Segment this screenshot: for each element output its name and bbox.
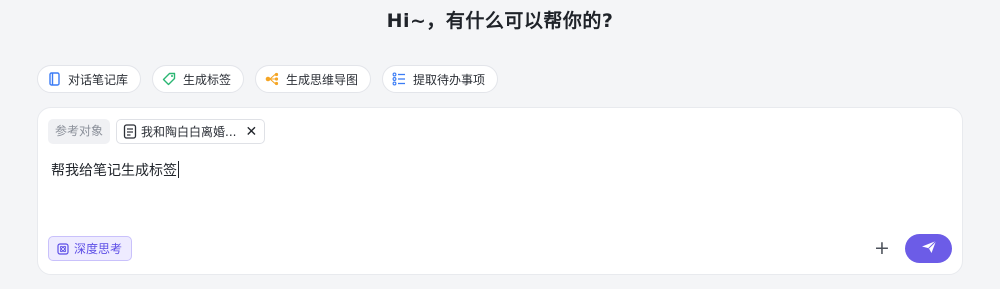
deep-think-label: 深度思考 <box>74 242 123 256</box>
quick-action-mindmap[interactable]: 生成思维导图 <box>255 65 372 93</box>
reference-doc-chip[interactable]: 我和陶白白离婚... ✕ <box>116 119 266 144</box>
quick-action-notebook-chat[interactable]: 对话笔记库 <box>37 65 142 93</box>
mindmap-icon <box>265 72 279 86</box>
reference-label: 参考对象 <box>48 119 111 144</box>
quick-action-label: 提取待办事项 <box>413 72 486 87</box>
reference-doc-title: 我和陶白白离婚... <box>141 125 237 139</box>
quick-action-label: 生成思维导图 <box>286 72 359 87</box>
checklist-icon <box>392 72 406 86</box>
text-caret <box>178 161 179 178</box>
chat-page: Hi~，有什么可以帮你的? 对话笔记库 生成标签 生成思维导图 提取待办事项 参… <box>0 0 1000 289</box>
quick-actions-bar: 对话笔记库 生成标签 生成思维导图 提取待办事项 <box>37 65 499 93</box>
quick-action-generate-tags[interactable]: 生成标签 <box>152 65 245 93</box>
deep-think-toggle[interactable]: 深度思考 <box>48 236 133 261</box>
tag-icon <box>162 72 176 86</box>
add-attachment-button[interactable]: + <box>871 235 893 261</box>
chat-composer: 参考对象 我和陶白白离婚... ✕ 帮我给笔记生成标签 深度思考 + <box>37 107 963 275</box>
send-button[interactable] <box>905 234 952 263</box>
send-icon <box>921 239 937 258</box>
reference-row: 参考对象 我和陶白白离婚... ✕ <box>48 119 266 144</box>
message-input-value: 帮我给笔记生成标签 <box>51 163 177 179</box>
quick-action-label: 生成标签 <box>183 72 232 87</box>
close-icon[interactable]: ✕ <box>245 125 257 139</box>
message-input[interactable]: 帮我给笔记生成标签 <box>51 160 179 180</box>
quick-action-extract-todos[interactable]: 提取待办事项 <box>382 65 499 93</box>
notebook-icon <box>47 72 61 86</box>
quick-action-label: 对话笔记库 <box>68 72 129 87</box>
document-icon <box>123 124 137 139</box>
greeting-title: Hi~，有什么可以帮你的? <box>386 10 614 32</box>
atom-icon <box>57 242 69 255</box>
